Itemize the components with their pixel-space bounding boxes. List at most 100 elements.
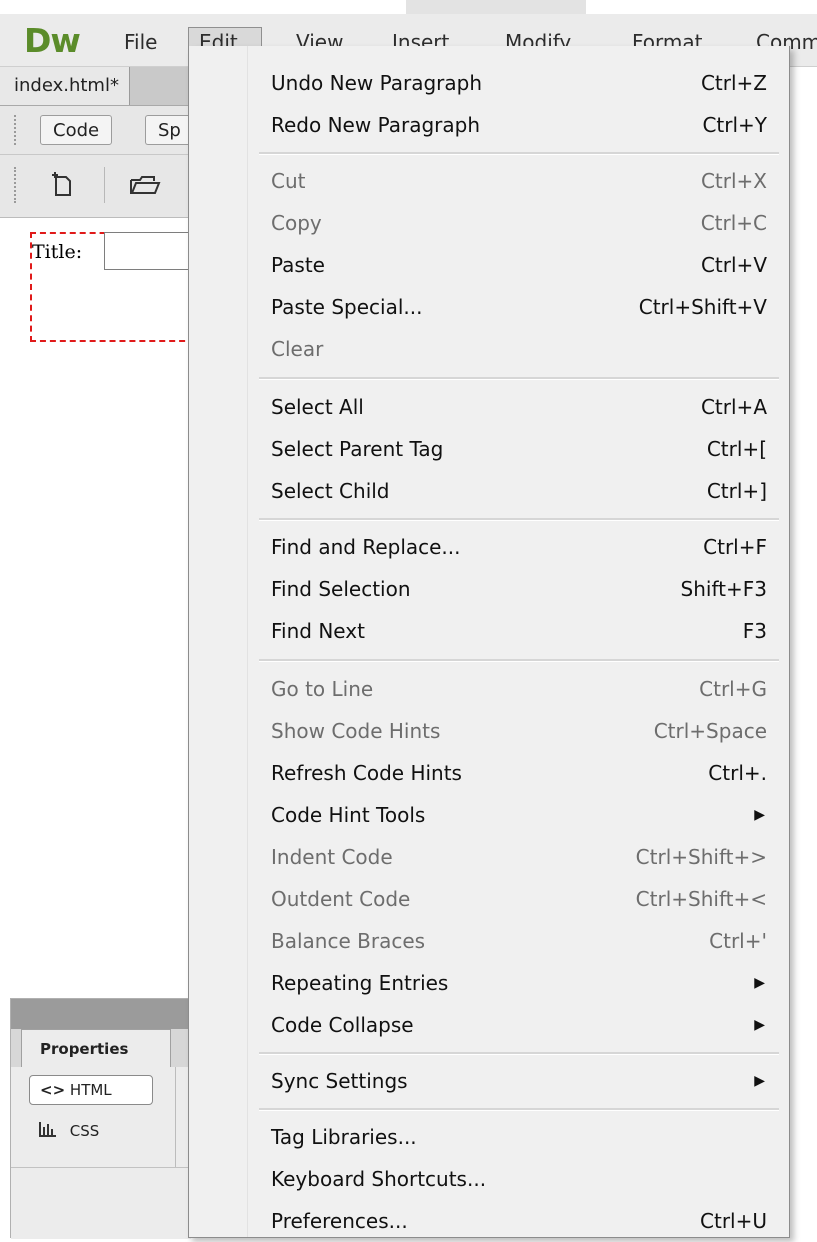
menu-item-keyboard-shortcuts[interactable]: Keyboard Shortcuts... (247, 1158, 777, 1200)
menu-item-label: Paste (271, 253, 325, 277)
edit-menu: Undo New Paragraph Ctrl+Z Redo New Parag… (188, 46, 790, 1238)
top-strip-grey (406, 0, 586, 14)
submenu-arrow-icon: ▶ (754, 1073, 765, 1089)
menu-item-shortcut: Ctrl+. (708, 761, 767, 785)
menu-item-label: Show Code Hints (271, 719, 441, 743)
menu-item-shortcut: Shift+F3 (680, 577, 767, 601)
menu-item-repeating-entries[interactable]: Repeating Entries ▶ (247, 962, 777, 1004)
menu-separator (259, 518, 779, 521)
menu-item-clear[interactable]: Clear (247, 328, 777, 370)
top-strip (0, 0, 817, 14)
menu-item-label: Select Child (271, 479, 390, 503)
menu-item-tag-libraries[interactable]: Tag Libraries... (247, 1116, 777, 1158)
menu-item-label: Redo New Paragraph (271, 113, 481, 137)
menu-item-copy[interactable]: Copy Ctrl+C (247, 202, 777, 244)
css-button-label: CSS (69, 1122, 100, 1140)
open-folder-icon[interactable] (128, 171, 162, 206)
new-document-icon[interactable] (48, 171, 76, 206)
menu-item-shortcut: Ctrl+A (700, 395, 767, 419)
menu-item-refresh-code-hints[interactable]: Refresh Code Hints Ctrl+. (247, 752, 777, 794)
menu-item-paste[interactable]: Paste Ctrl+V (247, 244, 777, 286)
toolbar-separator (104, 167, 105, 203)
menu-item-select-parent-tag[interactable]: Select Parent Tag Ctrl+[ (247, 428, 777, 470)
menu-separator (259, 152, 779, 155)
menu-item-label: Select All (271, 395, 364, 419)
code-brackets-icon: <> (40, 1081, 66, 1099)
menu-separator (259, 377, 779, 380)
menu-item-label: Outdent Code (271, 887, 411, 911)
menu-item-shortcut: Ctrl+G (699, 677, 767, 701)
css-button[interactable]: CSS (39, 1117, 99, 1145)
menu-item-code-collapse[interactable]: Code Collapse ▶ (247, 1004, 777, 1046)
menu-item-shortcut: Ctrl+Shift+< (635, 887, 767, 911)
design-view: Title: (0, 218, 205, 998)
properties-panel: Properties <> HTML CSS (10, 998, 191, 1239)
menu-item-label: Find Next (271, 619, 365, 643)
document-tab-bar: index.html* (0, 67, 190, 106)
menu-item-label: Preferences... (271, 1209, 408, 1233)
properties-divider (175, 1067, 176, 1167)
submenu-arrow-icon: ▶ (754, 807, 765, 823)
menu-item-shortcut: Ctrl+U (700, 1209, 767, 1233)
menu-item-outdent-code[interactable]: Outdent Code Ctrl+Shift+< (247, 878, 777, 920)
menu-separator (259, 1052, 779, 1055)
menu-item-find-next[interactable]: Find Next F3 (247, 610, 777, 652)
menu-item-redo[interactable]: Redo New Paragraph Ctrl+Y (247, 104, 777, 146)
menu-item-label: Find Selection (271, 577, 411, 601)
menu-item-label: Code Collapse (271, 1013, 414, 1037)
menu-separator (259, 659, 779, 662)
menu-item-label: Cut (271, 169, 306, 193)
menu-item-sync-settings[interactable]: Sync Settings ▶ (247, 1060, 777, 1102)
menu-item-label: Balance Braces (271, 929, 426, 953)
html-button[interactable]: <> HTML (29, 1075, 153, 1105)
dreamweaver-logo: Dw (24, 21, 81, 60)
properties-header (11, 999, 191, 1029)
menu-item-shortcut: F3 (742, 619, 767, 643)
menu-item-label: Select Parent Tag (271, 437, 444, 461)
menu-item-label: Find and Replace... (271, 535, 461, 559)
menu-item-shortcut: Ctrl+' (709, 929, 767, 953)
menu-item-find-selection[interactable]: Find Selection Shift+F3 (247, 568, 777, 610)
menu-item-label: Tag Libraries... (271, 1125, 417, 1149)
menu-item-label: Indent Code (271, 845, 393, 869)
menu-icon-gutter (189, 46, 248, 1237)
menu-item-label: Clear (271, 337, 324, 361)
menu-item-indent-code[interactable]: Indent Code Ctrl+Shift+> (247, 836, 777, 878)
menu-item-cut[interactable]: Cut Ctrl+X (247, 160, 777, 202)
menu-item-select-all[interactable]: Select All Ctrl+A (247, 386, 777, 428)
document-tab[interactable]: index.html* (0, 67, 130, 105)
menu-item-undo[interactable]: Undo New Paragraph Ctrl+Z (247, 62, 777, 104)
menu-item-shortcut: Ctrl+X (700, 169, 767, 193)
menu-file[interactable]: File (114, 27, 167, 57)
menu-item-shortcut: Ctrl+Z (700, 71, 767, 95)
menu-item-shortcut: Ctrl+F (703, 535, 767, 559)
menu-item-code-hint-tools[interactable]: Code Hint Tools ▶ (247, 794, 777, 836)
menu-item-label: Keyboard Shortcuts... (271, 1167, 487, 1191)
menu-item-show-code-hints[interactable]: Show Code Hints Ctrl+Space (247, 710, 777, 752)
menu-item-go-to-line[interactable]: Go to Line Ctrl+G (247, 668, 777, 710)
menu-separator (259, 1108, 779, 1111)
menu-item-label: Refresh Code Hints (271, 761, 462, 785)
code-view-button[interactable]: Code (40, 115, 113, 145)
toolbar-grip[interactable] (14, 167, 22, 203)
menu-item-shortcut: Ctrl+Shift+> (635, 845, 767, 869)
menu-item-label: Undo New Paragraph (271, 71, 483, 95)
menu-item-shortcut: Ctrl+V (700, 253, 767, 277)
menu-item-paste-special[interactable]: Paste Special... Ctrl+Shift+V (247, 286, 777, 328)
menu-item-preferences[interactable]: Preferences... Ctrl+U (247, 1200, 777, 1242)
toolbar-grip[interactable] (14, 115, 22, 145)
menu-item-shortcut: Ctrl+[ (706, 437, 767, 461)
properties-tab[interactable]: Properties (21, 1029, 171, 1067)
css-icon (39, 1118, 57, 1146)
document-toolbar: Code Sp (0, 106, 191, 155)
common-toolbar (0, 155, 190, 218)
menu-item-select-child[interactable]: Select Child Ctrl+] (247, 470, 777, 512)
menu-item-find-and-replace[interactable]: Find and Replace... Ctrl+F (247, 526, 777, 568)
menu-item-label: Copy (271, 211, 322, 235)
properties-rule (11, 1167, 191, 1168)
menu-item-label: Code Hint Tools (271, 803, 426, 827)
menu-item-balance-braces[interactable]: Balance Braces Ctrl+' (247, 920, 777, 962)
split-view-button[interactable]: Sp (145, 115, 191, 145)
html-button-label: HTML (69, 1081, 112, 1099)
menu-item-label: Sync Settings (271, 1069, 408, 1093)
